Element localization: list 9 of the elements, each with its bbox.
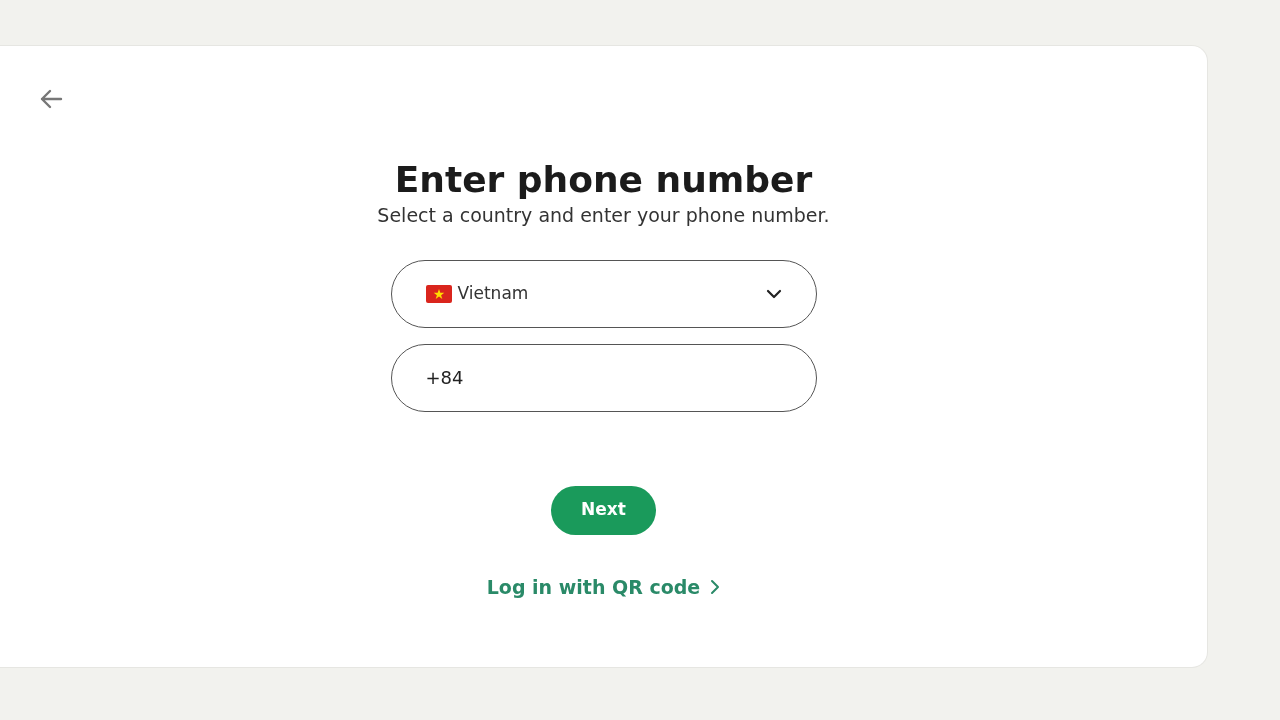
country-select[interactable]: Vietnam [390,259,817,328]
chevron-down-icon [765,288,782,299]
phone-input-field[interactable]: +84 [390,343,817,412]
next-button[interactable]: Next [551,485,656,535]
page-title: Enter phone number [394,158,813,202]
qr-login-link[interactable]: Log in with QR code [486,572,721,602]
chevron-right-icon [710,578,721,595]
page-subtitle: Select a country and enter your phone number. [377,203,830,229]
flag-icon [425,284,452,303]
